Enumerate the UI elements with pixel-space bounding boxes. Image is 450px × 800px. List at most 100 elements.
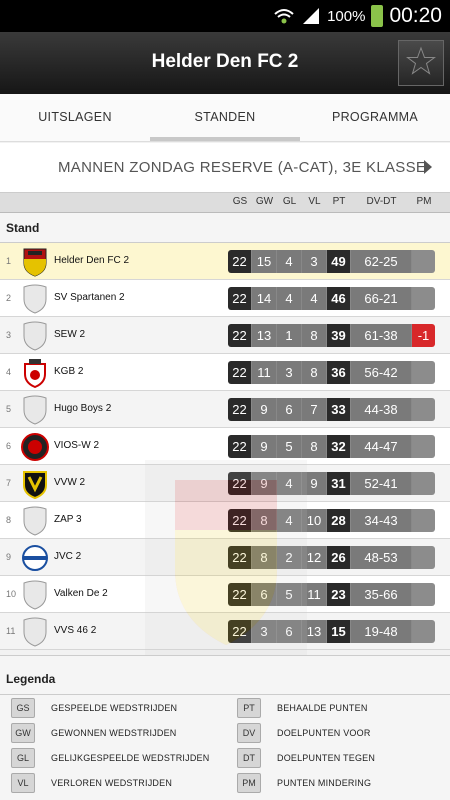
table-row[interactable]: 6 VIOS-W 2 22 9 5 8 32 44-47 — [0, 428, 450, 465]
stat-gs: 22 — [228, 324, 252, 347]
stat-cells: 22 8 2 12 26 48-53 — [228, 546, 435, 569]
table-row[interactable]: 9 JVC 2 22 8 2 12 26 48-53 — [0, 539, 450, 576]
stat-cells: 22 14 4 4 46 66-21 — [228, 287, 435, 310]
tab-bar: UITSLAGEN STANDEN PROGRAMMA — [0, 94, 450, 142]
legend: Legenda GS GESPEELDE WEDSTRIJDEN GW GEWO… — [0, 655, 450, 800]
stat-gl: 4 — [277, 287, 302, 310]
legend-text: GELIJKGESPEELDE WEDSTRIJDEN — [51, 753, 210, 763]
stat-vl: 12 — [302, 546, 327, 569]
stat-gw: 9 — [252, 435, 277, 458]
team-crest-icon — [21, 284, 49, 314]
table-row[interactable]: 7 VVW 2 22 9 4 9 31 52-41 — [0, 465, 450, 502]
stat-dvdt: 61-38 — [351, 324, 412, 347]
team-name: SV Spartanen 2 — [54, 292, 125, 303]
tab-standen[interactable]: STANDEN — [150, 94, 300, 141]
tab-uitslagen[interactable]: UITSLAGEN — [0, 94, 150, 141]
rank: 2 — [6, 293, 12, 303]
battery-percent: 100% — [327, 7, 366, 25]
wifi-icon — [273, 5, 295, 27]
stat-pm — [412, 620, 435, 643]
stat-gs: 22 — [228, 435, 252, 458]
stat-gl: 5 — [277, 583, 302, 606]
stat-dvdt: 62-25 — [351, 250, 412, 273]
rank: 3 — [6, 330, 12, 340]
stat-gl: 4 — [277, 509, 302, 532]
stat-vl: 9 — [302, 472, 327, 495]
legend-title: Legenda — [6, 672, 56, 686]
rank: 7 — [6, 478, 12, 488]
table-row[interactable]: 4 KGB 2 22 11 3 8 36 56-42 — [0, 354, 450, 391]
table-row[interactable]: 11 VVS 46 2 22 3 6 13 15 19-48 — [0, 613, 450, 650]
legend-code: GL — [11, 748, 35, 768]
legend-text: BEHAALDE PUNTEN — [277, 703, 368, 713]
stat-gs: 22 — [228, 546, 252, 569]
rank: 4 — [6, 367, 12, 377]
table-row[interactable]: 1 Helder Den FC 2 22 15 4 3 49 62-25 — [0, 243, 450, 280]
table-row[interactable]: 10 Valken De 2 22 6 5 11 23 35-66 — [0, 576, 450, 613]
status-bar: 100% 00:20 — [0, 0, 450, 32]
stat-vl: 11 — [302, 583, 327, 606]
stat-dvdt: 35-66 — [351, 583, 412, 606]
rank: 6 — [6, 441, 12, 451]
stat-pm — [412, 583, 435, 606]
team-crest-icon — [21, 506, 49, 536]
stat-pt: 33 — [327, 398, 351, 421]
stat-gw: 3 — [252, 620, 277, 643]
col-gl: GL — [282, 196, 297, 207]
rank: 5 — [6, 404, 12, 414]
competition-label: MANNEN ZONDAG RESERVE (A-CAT), 3E KLASSE — [58, 159, 427, 176]
team-crest-icon — [21, 395, 49, 425]
table-row[interactable]: 5 Hugo Boys 2 22 9 6 7 33 44-38 — [0, 391, 450, 428]
team-crest-icon — [21, 432, 49, 462]
stat-pm — [412, 250, 435, 273]
stat-pm: -1 — [412, 324, 435, 347]
team-name: VVS 46 2 — [54, 625, 97, 636]
team-crest-icon — [21, 543, 49, 573]
legend-text: VERLOREN WEDSTRIJDEN — [51, 778, 173, 788]
stat-pt: 28 — [327, 509, 351, 532]
table-row[interactable]: 2 SV Spartanen 2 22 14 4 4 46 66-21 — [0, 280, 450, 317]
stat-dvdt: 34-43 — [351, 509, 412, 532]
legend-code: DV — [237, 723, 261, 743]
favorite-button[interactable] — [398, 40, 444, 86]
signal-icon — [301, 6, 321, 26]
competition-selector[interactable]: MANNEN ZONDAG RESERVE (A-CAT), 3E KLASSE — [0, 143, 450, 193]
chevron-right-icon[interactable] — [424, 160, 432, 174]
stat-gw: 9 — [252, 398, 277, 421]
legend-text: DOELPUNTEN TEGEN — [277, 753, 376, 763]
stat-cells: 22 3 6 13 15 19-48 — [228, 620, 435, 643]
app-header: Helder Den FC 2 — [0, 32, 450, 94]
stat-gl: 6 — [277, 398, 302, 421]
legend-text: GEWONNEN WEDSTRIJDEN — [51, 728, 177, 738]
stat-pt: 23 — [327, 583, 351, 606]
stat-pt: 46 — [327, 287, 351, 310]
stat-pm — [412, 509, 435, 532]
table-row[interactable]: 3 SEW 2 22 13 1 8 39 61-38 -1 — [0, 317, 450, 354]
legend-code: GW — [11, 723, 35, 743]
stat-pt: 31 — [327, 472, 351, 495]
stat-cells: 22 9 6 7 33 44-38 — [228, 398, 435, 421]
team-name: Helder Den FC 2 — [54, 255, 130, 266]
stat-pt: 49 — [327, 250, 351, 273]
stat-cells: 22 9 4 9 31 52-41 — [228, 472, 435, 495]
table-row[interactable]: 8 ZAP 3 22 8 4 10 28 34-43 — [0, 502, 450, 539]
team-crest-icon — [21, 617, 49, 647]
stat-gw: 11 — [252, 361, 277, 384]
stat-dvdt: 66-21 — [351, 287, 412, 310]
col-gs: GS — [232, 196, 248, 207]
stat-dvdt: 56-42 — [351, 361, 412, 384]
clock: 00:20 — [389, 4, 442, 27]
stat-vl: 7 — [302, 398, 327, 421]
team-crest-icon — [21, 247, 49, 277]
stat-gl: 6 — [277, 620, 302, 643]
tab-programma[interactable]: PROGRAMMA — [300, 94, 450, 141]
stat-gs: 22 — [228, 361, 252, 384]
stat-gl: 4 — [277, 472, 302, 495]
stat-cells: 22 11 3 8 36 56-42 — [228, 361, 435, 384]
stat-gs: 22 — [228, 287, 252, 310]
team-name: Hugo Boys 2 — [54, 403, 112, 414]
stat-gs: 22 — [228, 472, 252, 495]
legend-text: DOELPUNTEN VOOR — [277, 728, 371, 738]
team-crest-icon — [21, 580, 49, 610]
standings-list[interactable]: 1 Helder Den FC 2 22 15 4 3 49 62-25 2 SV Spartan… — [0, 243, 450, 655]
